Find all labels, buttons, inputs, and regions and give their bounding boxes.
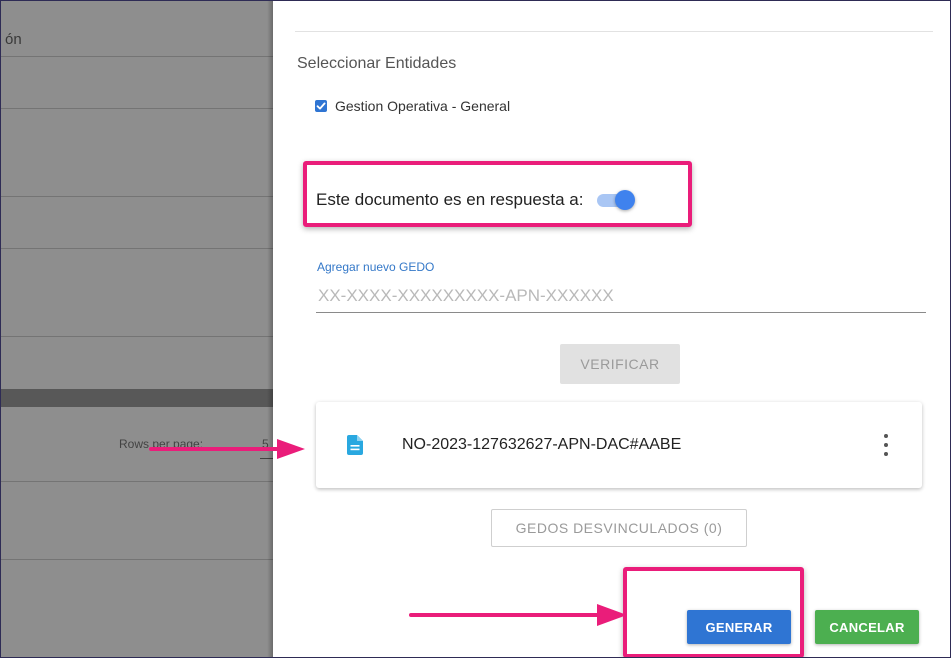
document-icon (347, 435, 363, 460)
linked-document-title: NO-2023-127632627-APN-DAC#AABE (402, 436, 682, 453)
menu-dot (884, 442, 888, 447)
response-toggle-row: Este documento es en respuesta a: (316, 189, 636, 211)
checkbox-checked-icon[interactable] (315, 100, 327, 112)
top-divider (295, 31, 933, 32)
cancel-button[interactable]: CANCELAR (815, 610, 919, 644)
more-vertical-icon[interactable] (880, 432, 892, 458)
menu-dot (884, 451, 888, 456)
entity-label: Gestion Operativa - General (335, 98, 511, 114)
gedo-field-label: Agregar nuevo GEDO (317, 260, 435, 274)
annotation-arrow-document (149, 439, 305, 459)
linked-document-card: NO-2023-127632627-APN-DAC#AABE (316, 402, 922, 488)
annotation-arrow-generate (409, 604, 627, 626)
modal-backdrop[interactable] (1, 1, 273, 657)
verify-button[interactable]: VERIFICAR (560, 344, 680, 384)
generate-button[interactable]: GENERAR (687, 610, 791, 644)
background-page: ón Rows per page: 5 (1, 1, 273, 657)
gedo-input[interactable] (316, 280, 926, 313)
unlinked-gedos-button[interactable]: GEDOS DESVINCULADOS (0) (491, 509, 747, 547)
entity-checkbox-row[interactable]: Gestion Operativa - General (315, 98, 510, 114)
response-toggle-label: Este documento es en respuesta a: (316, 190, 584, 209)
side-drawer: Seleccionar Entidades Gestion Operativa … (273, 1, 950, 657)
toggle-thumb (615, 190, 636, 210)
menu-dot (884, 434, 888, 439)
section-title: Seleccionar Entidades (297, 55, 457, 72)
screenshot-frame: ón Rows per page: 5 Seleccionar Entidade… (0, 0, 951, 658)
response-toggle-switch[interactable] (595, 189, 636, 211)
